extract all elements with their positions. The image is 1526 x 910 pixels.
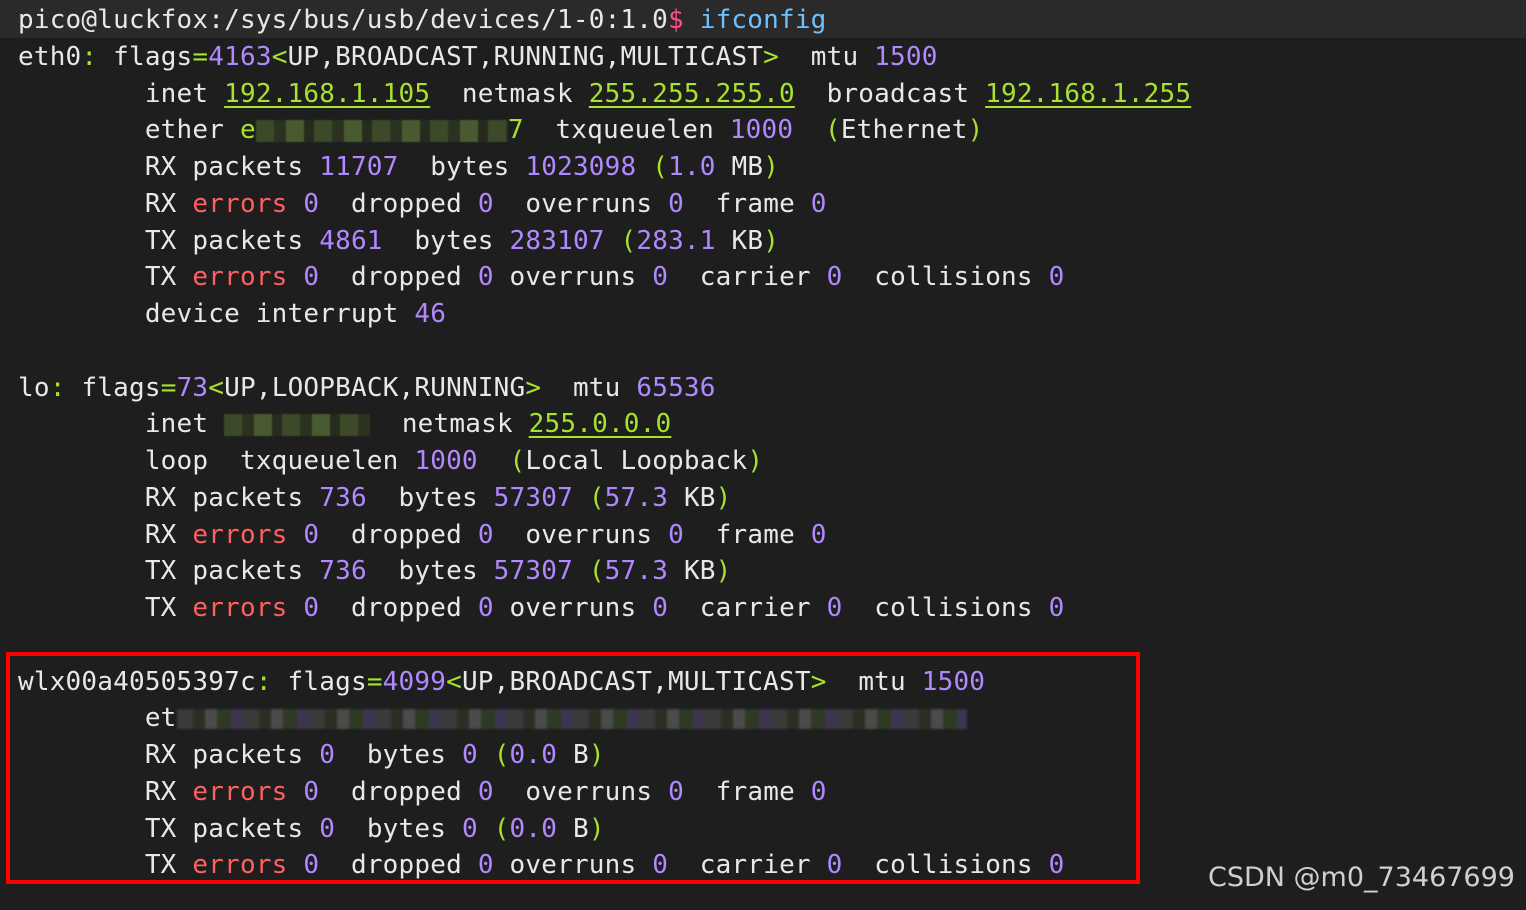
eth0-header: eth0: flags=4163<UP,BROADCAST,RUNNING,MU… (18, 42, 938, 72)
redacted-inet-address (224, 413, 371, 436)
eth0-tx-errors-line: TX errors 0 dropped 0 overruns 0 carrier… (144, 262, 1065, 292)
lo-tx-packets-line: TX packets 736 bytes 57307 (57.3 KB) (144, 556, 732, 586)
netmask-value: 255.255.255.0 (588, 79, 795, 109)
lo-header: lo: flags=73<UP,LOOPBACK,RUNNING> mtu 65… (18, 373, 716, 403)
watermark: CSDN @m0_73467699 (1208, 862, 1515, 893)
prompt-symbol: $ (668, 5, 684, 35)
eth0-tx-packets-line: TX packets 4861 bytes 283107 (283.1 KB) (144, 226, 780, 256)
iface-name: eth0 (18, 42, 82, 72)
eth0-interrupt-line: device interrupt 46 (144, 299, 447, 329)
redacted-mac-address (255, 119, 508, 142)
eth0-rx-packets-line: RX packets 11707 bytes 1023098 (1.0 MB) (144, 152, 780, 182)
prompt-line: pico@luckfox:/sys/bus/usb/devices/1-0:1.… (18, 2, 827, 38)
inet-address: 192.168.1.105 (224, 79, 431, 109)
mtu-value: 1500 (874, 42, 938, 72)
eth0-inet-line: inet 192.168.1.105 netmask 255.255.255.0… (144, 79, 1192, 109)
terminal-window[interactable]: pico@luckfox:/sys/bus/usb/devices/1-0:1.… (0, 0, 1526, 910)
prompt-user-host: pico@luckfox (18, 5, 209, 35)
flags-value: 4163 (208, 42, 272, 72)
lo-rx-packets-line: RX packets 736 bytes 57307 (57.3 KB) (144, 483, 732, 513)
lo-tx-errors-line: TX errors 0 dropped 0 overruns 0 carrier… (144, 593, 1065, 623)
lo-rx-errors-line: RX errors 0 dropped 0 overruns 0 frame 0 (144, 520, 827, 550)
eth0-ether-line: ether e7 txqueuelen 1000 (Ethernet) (144, 115, 984, 145)
prompt-path: :/sys/bus/usb/devices/1-0:1.0 (208, 5, 668, 35)
red-highlight-box (6, 652, 1140, 884)
flags-list: UP,BROADCAST,RUNNING,MULTICAST (287, 42, 764, 72)
broadcast-address: 192.168.1.255 (985, 79, 1192, 109)
lo-inet-line: inet netmask 255.0.0.0 (144, 409, 672, 439)
prompt-command: ifconfig (683, 5, 827, 35)
eth0-rx-errors-line: RX errors 0 dropped 0 overruns 0 frame 0 (144, 189, 827, 219)
iface-name: lo (18, 373, 50, 403)
lo-loop-line: loop txqueuelen 1000 (Local Loopback) (144, 446, 764, 476)
